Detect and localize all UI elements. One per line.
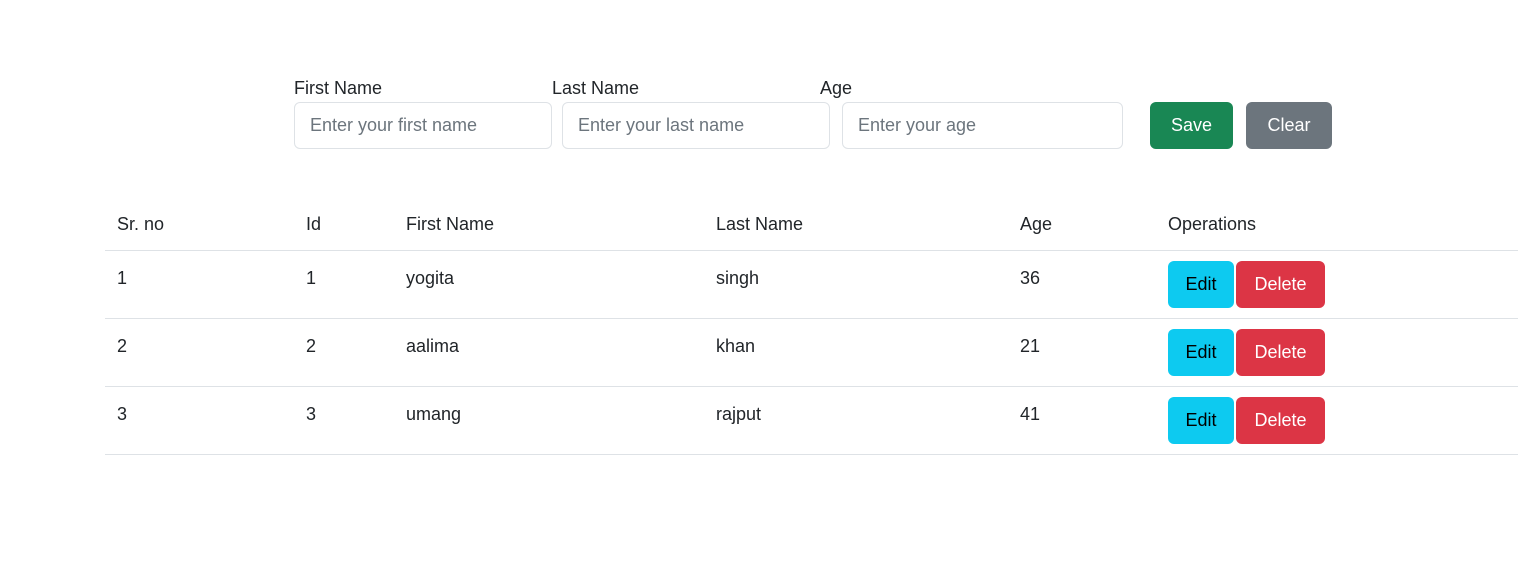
- cell-id: 1: [294, 250, 394, 319]
- cell-age: 41: [1008, 386, 1156, 455]
- cell-operations: Edit Delete: [1156, 386, 1518, 455]
- first-name-label: First Name: [294, 78, 383, 98]
- first-name-input[interactable]: [294, 102, 552, 149]
- delete-button[interactable]: Delete: [1236, 328, 1325, 376]
- edit-button[interactable]: Edit: [1168, 396, 1234, 444]
- header-operations: Operations: [1156, 200, 1518, 251]
- header-sr-no: Sr. no: [105, 200, 294, 251]
- cell-first-name: yogita: [394, 250, 704, 319]
- page: First Name Last Name Age Save Clear Sr. …: [0, 0, 1518, 576]
- delete-button[interactable]: Delete: [1236, 396, 1325, 444]
- last-name-input[interactable]: [562, 102, 830, 149]
- cell-age: 21: [1008, 318, 1156, 387]
- header-id: Id: [294, 200, 394, 251]
- users-table-container: Sr. no Id First Name Last Name Age Opera…: [105, 200, 1518, 455]
- delete-button[interactable]: Delete: [1236, 260, 1325, 308]
- age-label: Age: [820, 78, 853, 98]
- users-table: Sr. no Id First Name Last Name Age Opera…: [105, 200, 1518, 455]
- cell-last-name: rajput: [704, 386, 1008, 455]
- edit-button[interactable]: Edit: [1168, 260, 1234, 308]
- cell-sr-no: 1: [105, 250, 294, 319]
- cell-operations: Edit Delete: [1156, 318, 1518, 387]
- last-name-label: Last Name: [552, 78, 640, 98]
- table-row: 3 3 umang rajput 41 Edit Delete: [105, 386, 1518, 455]
- save-button[interactable]: Save: [1150, 102, 1233, 149]
- cell-id: 2: [294, 318, 394, 387]
- cell-sr-no: 2: [105, 318, 294, 387]
- cell-first-name: aalima: [394, 318, 704, 387]
- cell-age: 36: [1008, 250, 1156, 319]
- header-age: Age: [1008, 200, 1156, 251]
- edit-button[interactable]: Edit: [1168, 328, 1234, 376]
- cell-operations: Edit Delete: [1156, 250, 1518, 319]
- cell-id: 3: [294, 386, 394, 455]
- clear-button[interactable]: Clear: [1246, 102, 1332, 149]
- table-body: 1 1 yogita singh 36 Edit Delete 2 2 aalim…: [105, 250, 1518, 455]
- cell-first-name: umang: [394, 386, 704, 455]
- age-input[interactable]: [842, 102, 1123, 149]
- table-header: Sr. no Id First Name Last Name Age Opera…: [105, 200, 1518, 251]
- header-first-name: First Name: [394, 200, 704, 251]
- table-row: 1 1 yogita singh 36 Edit Delete: [105, 250, 1518, 319]
- table-header-row: Sr. no Id First Name Last Name Age Opera…: [105, 200, 1518, 251]
- cell-last-name: khan: [704, 318, 1008, 387]
- cell-last-name: singh: [704, 250, 1008, 319]
- cell-sr-no: 3: [105, 386, 294, 455]
- header-last-name: Last Name: [704, 200, 1008, 251]
- table-row: 2 2 aalima khan 21 Edit Delete: [105, 318, 1518, 387]
